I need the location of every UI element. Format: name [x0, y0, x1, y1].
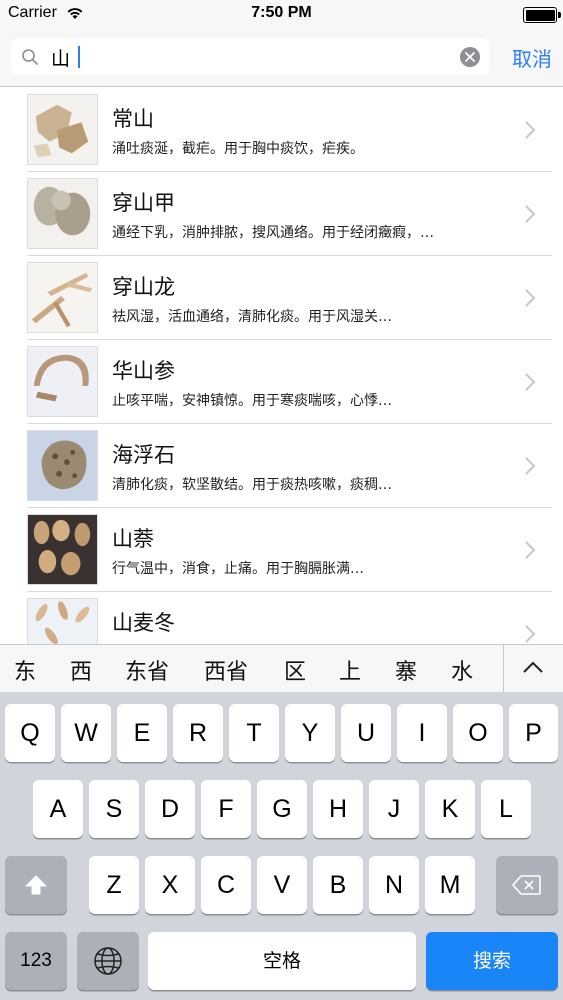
backspace-icon — [512, 875, 541, 895]
herb-thumbnail — [27, 346, 98, 417]
search-field[interactable] — [11, 38, 490, 75]
chevron-up-icon[interactable] — [521, 659, 545, 675]
herb-name: 山萘 — [112, 527, 154, 551]
key-q[interactable]: Q — [5, 704, 55, 762]
shift-key[interactable] — [5, 856, 67, 914]
herb-thumbnail — [27, 598, 98, 644]
herb-description: 止咳平喘，安神镇惊。用于寒痰喘咳，心悸… — [112, 393, 392, 409]
herb-name: 山麦冬 — [112, 611, 175, 635]
chevron-right-icon — [525, 289, 536, 307]
key-y[interactable]: Y — [285, 704, 335, 762]
key-b[interactable]: B — [313, 856, 363, 914]
chevron-right-icon — [525, 205, 536, 223]
herb-name: 海浮石 — [112, 443, 175, 467]
key-u[interactable]: U — [341, 704, 391, 762]
key-l[interactable]: L — [481, 780, 531, 838]
list-item[interactable]: 穿山龙 祛风湿，活血通络，清肺化痰。用于风湿关… — [0, 256, 563, 340]
space-key[interactable]: 空格 — [148, 932, 416, 990]
key-c[interactable]: C — [201, 856, 251, 914]
herb-description: 祛风湿，活血通络，清肺化痰。用于风湿关… — [112, 309, 392, 325]
key-d[interactable]: D — [145, 780, 195, 838]
list-item[interactable]: 穿山甲 通经下乳，消肿排脓，搜风通络。用于经闭癥瘕，… — [0, 172, 563, 256]
key-n[interactable]: N — [369, 856, 419, 914]
chevron-right-icon — [525, 373, 536, 391]
list-item[interactable]: 常山 涌吐痰涎，截疟。用于胸中痰饮，疟疾。 — [0, 88, 563, 172]
keyboard: Q W E R T Y U I O P A S D F G H J K L Z … — [0, 692, 563, 1000]
candidate-word[interactable]: 西 — [70, 654, 92, 686]
key-j[interactable]: J — [369, 780, 419, 838]
chevron-right-icon — [525, 541, 536, 559]
key-k[interactable]: K — [425, 780, 475, 838]
status-bar: Carrier 7:50 PM — [0, 0, 563, 30]
list-item[interactable]: 山萘 行气温中，消食，止痛。用于胸膈胀满… — [0, 508, 563, 592]
shift-icon — [25, 875, 47, 895]
cancel-button[interactable]: 取消 — [512, 43, 552, 72]
search-bar: 取消 — [0, 30, 563, 87]
herb-description: 行气温中，消食，止痛。用于胸膈胀满… — [112, 561, 364, 577]
herb-thumbnail — [27, 514, 98, 585]
list-item[interactable]: 华山参 止咳平喘，安神镇惊。用于寒痰喘咳，心悸… — [0, 340, 563, 424]
numbers-key[interactable]: 123 — [5, 932, 67, 990]
clock: 7:50 PM — [251, 4, 312, 21]
candidate-word[interactable]: 西省 — [204, 654, 248, 686]
globe-icon — [94, 947, 122, 975]
key-p[interactable]: P — [509, 704, 558, 762]
candidate-divider — [503, 645, 504, 693]
herb-thumbnail — [27, 178, 98, 249]
search-input[interactable] — [51, 43, 411, 71]
chevron-right-icon — [525, 121, 536, 139]
herb-name: 华山参 — [112, 359, 175, 383]
list-item[interactable]: 海浮石 清肺化痰，软坚散结。用于痰热咳嗽，痰稠… — [0, 424, 563, 508]
candidate-word[interactable]: 东省 — [125, 654, 169, 686]
list-item[interactable]: 山麦冬 — [0, 592, 563, 644]
key-o[interactable]: O — [453, 704, 503, 762]
search-key[interactable]: 搜索 — [426, 932, 558, 990]
battery-level — [525, 9, 555, 21]
herb-name: 穿山龙 — [112, 275, 175, 299]
herb-thumbnail — [27, 262, 98, 333]
key-r[interactable]: R — [173, 704, 223, 762]
results-list: 常山 涌吐痰涎，截疟。用于胸中痰饮，疟疾。 穿山甲 通经下乳，消肿排脓，搜风通络… — [0, 88, 563, 644]
key-e[interactable]: E — [117, 704, 167, 762]
search-icon — [22, 49, 38, 65]
candidate-word[interactable]: 上 — [339, 654, 361, 686]
herb-description: 涌吐痰涎，截疟。用于胸中痰饮，疟疾。 — [112, 141, 364, 157]
key-w[interactable]: W — [61, 704, 111, 762]
text-caret — [78, 46, 80, 68]
candidate-word[interactable]: 寨 — [395, 654, 417, 686]
key-z[interactable]: Z — [89, 856, 139, 914]
key-i[interactable]: I — [397, 704, 447, 762]
key-m[interactable]: M — [425, 856, 475, 914]
herb-description: 通经下乳，消肿排脓，搜风通络。用于经闭癥瘕，… — [112, 225, 434, 241]
herb-thumbnail — [27, 430, 98, 501]
key-f[interactable]: F — [201, 780, 251, 838]
herb-name: 常山 — [112, 107, 154, 131]
candidate-word[interactable]: 水 — [451, 654, 473, 686]
chevron-right-icon — [525, 457, 536, 475]
key-v[interactable]: V — [257, 856, 307, 914]
key-x[interactable]: X — [145, 856, 195, 914]
candidate-word[interactable]: 区 — [284, 654, 306, 686]
key-g[interactable]: G — [257, 780, 307, 838]
chevron-right-icon — [525, 625, 536, 643]
clear-icon[interactable] — [460, 47, 480, 67]
herb-thumbnail — [27, 94, 98, 165]
delete-key[interactable] — [496, 856, 558, 914]
candidate-bar: 东 西 东省 西省 区 上 寨 水 — [0, 644, 563, 693]
herb-name: 穿山甲 — [112, 191, 175, 215]
key-h[interactable]: H — [313, 780, 363, 838]
battery-icon — [523, 7, 561, 23]
key-t[interactable]: T — [229, 704, 279, 762]
candidate-word[interactable]: 东 — [14, 654, 36, 686]
key-s[interactable]: S — [89, 780, 139, 838]
globe-key[interactable] — [77, 932, 139, 990]
herb-description: 清肺化痰，软坚散结。用于痰热咳嗽，痰稠… — [112, 477, 392, 493]
key-a[interactable]: A — [33, 780, 83, 838]
